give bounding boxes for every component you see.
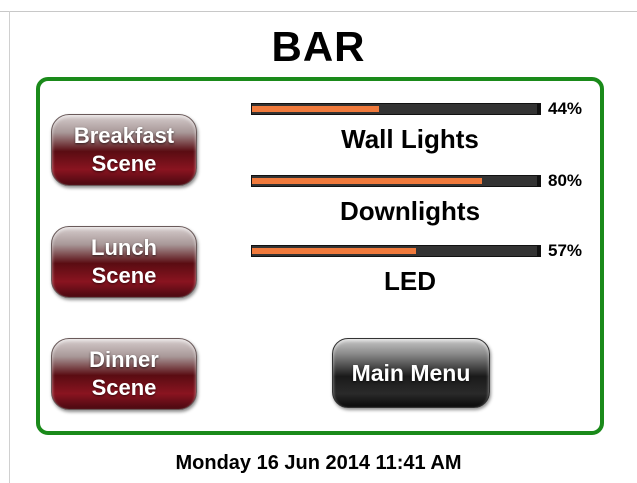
- slider-knob[interactable]: [537, 245, 541, 257]
- frame-border-left: [9, 11, 10, 483]
- main-menu-button[interactable]: Main Menu: [332, 338, 490, 408]
- downlights-percent: 80%: [548, 171, 583, 190]
- lunch-scene-label-line2: Scene: [91, 263, 157, 288]
- slider-knob[interactable]: [537, 175, 541, 187]
- page-title: BAR: [271, 23, 366, 70]
- date-time-display: Monday 16 Jun 2014 11:41 AM: [175, 452, 462, 474]
- breakfast-scene-label-line1: Breakfast: [73, 123, 175, 148]
- slider-track: [251, 175, 541, 187]
- breakfast-scene-label-line2: Scene: [91, 151, 157, 176]
- downlights-slider[interactable]: 80%: [251, 171, 601, 190]
- slider-fill: [252, 248, 416, 254]
- led-slider[interactable]: 57%: [251, 241, 601, 260]
- dinner-scene-label-line2: Scene: [91, 375, 157, 400]
- slider-fill: [252, 178, 482, 184]
- breakfast-scene-button[interactable]: Breakfast Scene: [51, 114, 197, 186]
- wall-lights-percent: 44%: [548, 99, 583, 118]
- frame-border-top: [0, 11, 637, 12]
- lunch-scene-label-line1: Lunch: [91, 235, 157, 260]
- downlights-label: Downlights: [339, 196, 481, 226]
- led-percent: 57%: [548, 241, 583, 260]
- wall-lights-label: Wall Lights: [341, 124, 479, 154]
- slider-track: [251, 245, 541, 257]
- lunch-scene-button[interactable]: Lunch Scene: [51, 226, 197, 298]
- dinner-scene-label-line1: Dinner: [89, 347, 159, 372]
- slider-knob[interactable]: [537, 103, 541, 115]
- wall-lights-slider[interactable]: 44%: [251, 99, 601, 118]
- slider-track: [251, 103, 541, 115]
- led-label: LED: [384, 266, 436, 296]
- dinner-scene-button[interactable]: Dinner Scene: [51, 338, 197, 410]
- slider-fill: [252, 106, 379, 112]
